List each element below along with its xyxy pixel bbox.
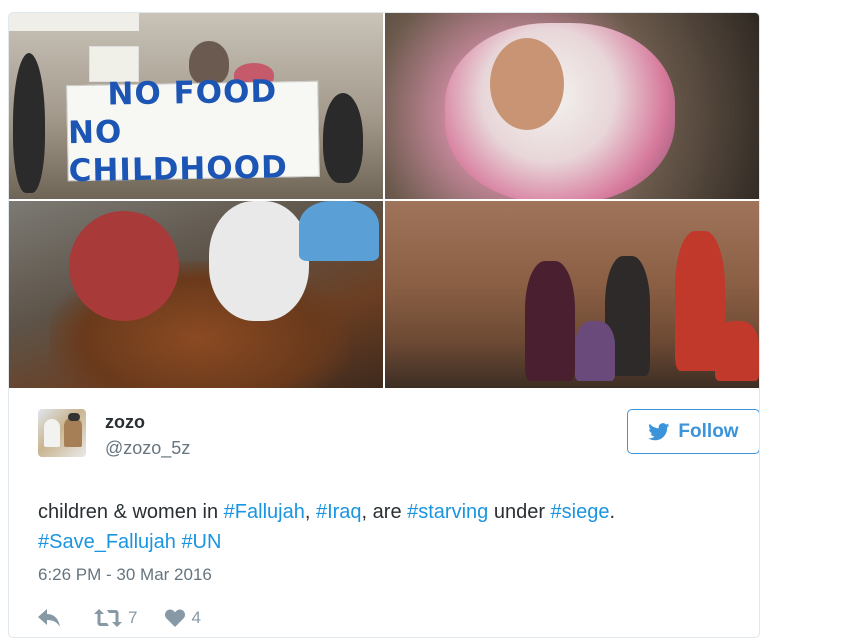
- hashtag-link[interactable]: #siege: [551, 501, 610, 523]
- heart-icon: [165, 609, 186, 627]
- media-grid[interactable]: NO FOOD NO CHILDHOOD: [9, 13, 759, 388]
- retweet-button[interactable]: 7: [94, 608, 137, 628]
- hashtag-link[interactable]: #Save_Fallujah: [38, 531, 176, 553]
- like-count: 4: [191, 608, 201, 627]
- follow-button[interactable]: Follow: [627, 409, 759, 454]
- banner-line-1: NO FOOD: [107, 73, 278, 113]
- photo-children-water[interactable]: [9, 201, 383, 388]
- hashtag-link[interactable]: #Iraq: [316, 501, 362, 523]
- reply-button[interactable]: [38, 609, 62, 627]
- avatar-figure: [64, 417, 82, 447]
- protest-top-sign: [9, 13, 139, 31]
- child: [715, 321, 759, 381]
- retweet-icon: [94, 609, 122, 627]
- hashtag-link[interactable]: #starving: [407, 501, 488, 523]
- tweet-header: zozo @zozo_5z Follow: [38, 409, 759, 459]
- retweet-count: 7: [128, 608, 138, 627]
- tweet-actions: 7 4: [38, 605, 201, 631]
- child: [299, 201, 379, 261]
- banner-line-2: NO CHILDHOOD: [67, 114, 289, 190]
- infant-blanket: [445, 23, 675, 199]
- twitter-bird-icon: [648, 422, 670, 440]
- child: [69, 211, 179, 321]
- photo-families[interactable]: [385, 201, 759, 388]
- hashtag-link[interactable]: #Fallujah: [224, 501, 305, 523]
- like-button[interactable]: 4: [165, 608, 201, 628]
- child: [209, 201, 309, 321]
- avatar-figure: [44, 419, 60, 447]
- follow-label: Follow: [678, 420, 739, 442]
- photo-protest[interactable]: NO FOOD NO CHILDHOOD: [9, 13, 383, 199]
- protest-banner: NO FOOD NO CHILDHOOD: [66, 74, 320, 189]
- tweet-text-segment: children & women in: [38, 501, 224, 523]
- infant-face: [490, 38, 564, 130]
- avatar-figure: [68, 413, 80, 421]
- protester: [323, 93, 363, 183]
- tweet-timestamp[interactable]: 6:26 PM - 30 Mar 2016: [38, 565, 212, 585]
- tweet-text-segment: .: [609, 501, 616, 523]
- avatar[interactable]: [38, 409, 86, 457]
- tweet-text-segment: under: [488, 501, 551, 523]
- user-handle[interactable]: @zozo_5z: [105, 438, 190, 459]
- photo-infant[interactable]: [385, 13, 759, 199]
- woman: [525, 261, 575, 381]
- tweet-text: children & women in #Fallujah, #Iraq, ar…: [38, 497, 738, 557]
- tweet-text-segment: ,: [304, 501, 316, 523]
- protester: [13, 53, 45, 193]
- tweet-text-segment: , are: [361, 501, 408, 523]
- tweet-card: NO FOOD NO CHILDHOOD zozo @zozo_5z Follo…: [8, 12, 760, 638]
- child: [575, 321, 615, 381]
- hashtag-link[interactable]: #UN: [181, 531, 221, 553]
- user-name[interactable]: zozo: [105, 412, 145, 433]
- reply-icon: [38, 609, 60, 627]
